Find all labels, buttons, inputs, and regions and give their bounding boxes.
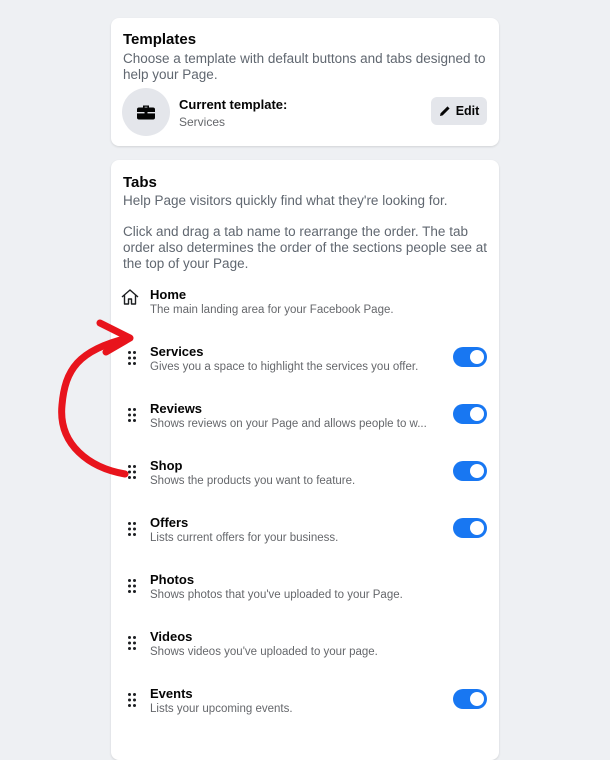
tab-name: Photos [150,572,195,587]
tab-description: Shows photos that you've uploaded to you… [150,589,403,601]
tab-row-shop[interactable]: Shop Shows the products you want to feat… [111,458,499,498]
template-icon-circle [122,88,170,136]
drag-handle-icon[interactable] [125,690,139,710]
tabs-instructions: Click and drag a tab name to rearrange t… [123,224,487,271]
tab-toggle-switch[interactable] [453,461,487,481]
tab-row-reviews[interactable]: Reviews Shows reviews on your Page and a… [111,401,499,441]
tab-row-offers[interactable]: Offers Lists current offers for your bus… [111,515,499,555]
pencil-icon [439,106,450,116]
tab-row-home[interactable]: Home The main landing area for your Face… [111,287,499,327]
briefcase-icon [137,105,155,120]
home-icon [121,289,139,305]
templates-description: Choose a template with default buttons a… [123,51,486,82]
templates-title: Templates [123,31,197,48]
drag-handle-icon[interactable] [125,348,139,368]
toggle-knob [470,521,484,535]
tabs-title: Tabs [123,174,157,191]
tab-description: The main landing area for your Facebook … [150,304,394,316]
tab-description: Shows reviews on your Page and allows pe… [150,418,427,430]
drag-handle-icon[interactable] [125,462,139,482]
tab-row-events[interactable]: Events Lists your upcoming events. [111,686,499,726]
tab-description: Shows the products you want to feature. [150,475,356,487]
tab-toggle-switch[interactable] [453,518,487,538]
tabs-description: Help Page visitors quickly find what the… [123,193,448,208]
current-template-label: Current template: [179,97,288,112]
toggle-knob [470,407,484,421]
tab-name: Services [150,344,204,359]
tab-toggle-switch[interactable] [453,347,487,367]
tab-toggle-switch[interactable] [453,689,487,709]
tab-row-photos[interactable]: Photos Shows photos that you've uploaded… [111,572,499,612]
drag-handle-icon[interactable] [125,633,139,653]
tab-row-services[interactable]: Services Gives you a space to highlight … [111,344,499,384]
toggle-knob [470,464,484,478]
tab-toggle-switch[interactable] [453,404,487,424]
tab-name: Shop [150,458,183,473]
tab-name: Reviews [150,401,203,416]
templates-card: Templates Choose a template with default… [111,18,499,146]
current-template-value: Services [179,115,226,129]
tab-name: Videos [150,629,193,644]
tab-description: Lists current offers for your business. [150,532,339,544]
drag-handle-icon[interactable] [125,576,139,596]
edit-button-label: Edit [455,104,480,118]
toggle-knob [470,350,484,364]
tabs-card: Tabs Help Page visitors quickly find wha… [111,160,499,760]
tab-description: Lists your upcoming events. [150,703,293,715]
tab-name: Home [150,287,187,302]
tab-row-videos[interactable]: Videos Shows videos you've uploaded to y… [111,629,499,669]
tab-description: Shows videos you've uploaded to your pag… [150,646,378,658]
tab-name: Events [150,686,193,701]
toggle-knob [470,692,484,706]
drag-handle-icon[interactable] [125,405,139,425]
edit-template-button[interactable]: Edit [431,97,487,125]
tab-description: Gives you a space to highlight the servi… [150,361,419,373]
tab-name: Offers [150,515,189,530]
drag-handle-icon[interactable] [125,519,139,539]
